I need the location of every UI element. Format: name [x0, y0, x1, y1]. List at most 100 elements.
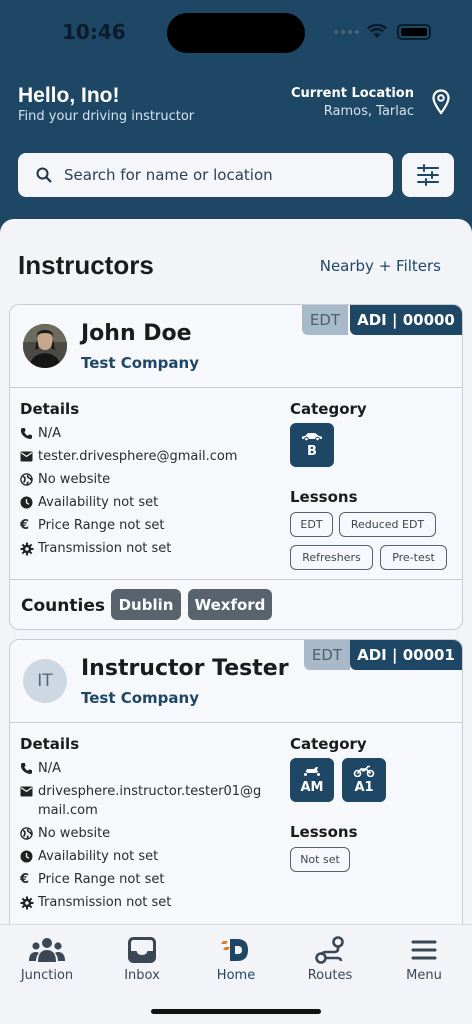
- page-title: Instructors: [18, 250, 154, 280]
- nav-label: Inbox: [124, 968, 160, 983]
- instructors-sheet: Instructors Nearby + Filters EDT ADI | 0…: [0, 219, 472, 931]
- category-tile-a1: A1: [342, 758, 386, 802]
- home-indicator: [151, 1009, 321, 1014]
- nav-item-routes[interactable]: Routes: [290, 935, 370, 983]
- edt-badge: EDT: [304, 640, 350, 670]
- availability-row: Availability not set: [20, 847, 270, 866]
- motorbike-icon: [353, 765, 375, 777]
- euro-icon: €: [20, 872, 30, 887]
- details-heading: Details: [20, 400, 80, 418]
- avatar: IT: [23, 659, 67, 703]
- location-pin-icon[interactable]: [432, 89, 450, 115]
- people-icon: [29, 938, 65, 962]
- email-row: drivesphere.instructor.tester01@gmail.co…: [20, 782, 270, 820]
- globe-icon: [20, 827, 33, 840]
- inbox-icon: [128, 937, 156, 963]
- nav-label: Home: [216, 968, 256, 983]
- globe-icon: [20, 473, 33, 486]
- county-chip: Wexford: [188, 589, 272, 620]
- dynamic-island: [167, 13, 305, 53]
- current-location[interactable]: Current Location Ramos, Tarlac: [291, 86, 414, 119]
- clock-icon: [20, 850, 33, 863]
- gear-icon: [20, 896, 34, 909]
- email-icon: [20, 451, 33, 462]
- transmission-row: Transmission not set: [20, 539, 270, 558]
- car-icon: [302, 433, 322, 441]
- lessons-heading: Lessons: [290, 488, 358, 506]
- status-time: 10:46: [62, 20, 126, 44]
- hamburger-menu-icon: [411, 940, 437, 960]
- signal-dots-icon: [334, 30, 359, 34]
- email-row: tester.drivesphere@gmail.com: [20, 447, 270, 466]
- category-heading: Category: [290, 400, 367, 418]
- availability-value: Availability not set: [38, 849, 159, 864]
- instructor-company: Test Company: [81, 689, 199, 707]
- route-icon: [315, 936, 344, 964]
- website-row: No website: [20, 470, 270, 489]
- location-value: Ramos, Tarlac: [323, 104, 414, 119]
- nav-item-home[interactable]: Home: [196, 935, 276, 983]
- price-value: Price Range not set: [38, 518, 165, 533]
- search-icon: [36, 167, 52, 183]
- lesson-chip: Pre-test: [380, 545, 447, 570]
- lesson-chip: EDT: [290, 512, 333, 537]
- divider: [10, 387, 462, 388]
- instructor-card[interactable]: EDT ADI | 00000 John Doe Test Company De…: [9, 304, 463, 630]
- category-heading: Category: [290, 735, 367, 753]
- price-row: € Price Range not set: [20, 516, 270, 535]
- search-placeholder: Search for name or location: [64, 166, 273, 184]
- availability-value: Availability not set: [38, 495, 159, 510]
- edt-badge: EDT: [302, 305, 348, 335]
- category-label: AM: [300, 780, 324, 795]
- price-value: Price Range not set: [38, 872, 165, 887]
- nav-item-inbox[interactable]: Inbox: [102, 935, 182, 983]
- website-value: No website: [38, 472, 111, 487]
- instructor-company: Test Company: [81, 354, 199, 372]
- phone-row: N/A: [20, 424, 270, 443]
- phone-value: N/A: [38, 426, 61, 441]
- instructor-name: John Doe: [81, 321, 192, 346]
- category-tile-b: B: [290, 423, 334, 467]
- lesson-chip: Not set: [290, 847, 350, 872]
- avatar: [23, 324, 67, 368]
- instructor-name: Instructor Tester: [81, 656, 289, 681]
- nearby-filters-link[interactable]: Nearby + Filters: [320, 257, 441, 275]
- euro-icon: €: [20, 518, 30, 533]
- website-value: No website: [38, 826, 111, 841]
- instructor-card[interactable]: EDT ADI | 00001 IT Instructor Tester Tes…: [9, 639, 463, 931]
- greeting-title: Hello, Ino!: [18, 84, 120, 107]
- adi-badge: ADI | 00000: [350, 305, 462, 335]
- phone-value: N/A: [38, 761, 61, 776]
- county-chip: Dublin: [111, 589, 181, 620]
- location-title: Current Location: [291, 86, 414, 101]
- greeting-block: Hello, Ino! Find your driving instructor: [18, 84, 194, 124]
- transmission-value: Transmission not set: [38, 541, 172, 556]
- email-value: drivesphere.instructor.tester01@gmail.co…: [38, 784, 262, 818]
- details-heading: Details: [20, 735, 80, 753]
- category-tile-am: AM: [290, 758, 334, 802]
- filter-button[interactable]: [402, 153, 454, 197]
- counties-heading: Counties: [21, 596, 105, 616]
- sliders-icon: [417, 164, 439, 186]
- lesson-chip: Reduced EDT: [339, 512, 436, 537]
- phone-icon: [20, 428, 32, 439]
- nav-item-menu[interactable]: Menu: [384, 935, 464, 983]
- status-bar: 10:46: [0, 0, 472, 64]
- nav-label: Junction: [20, 968, 74, 983]
- lesson-chip: Refreshers: [290, 545, 373, 570]
- phone-icon: [20, 763, 32, 774]
- category-label: B: [307, 444, 317, 459]
- home-logo-icon: [221, 939, 248, 961]
- phone-row: N/A: [20, 759, 270, 778]
- search-input[interactable]: Search for name or location: [18, 153, 393, 197]
- nav-item-junction[interactable]: Junction: [7, 935, 87, 983]
- availability-row: Availability not set: [20, 493, 270, 512]
- price-row: € Price Range not set: [20, 870, 270, 889]
- wifi-icon: [366, 23, 388, 38]
- email-icon: [20, 786, 33, 797]
- battery-icon: [397, 24, 431, 40]
- adi-badge: ADI | 00001: [350, 640, 462, 670]
- scooter-icon: [303, 767, 321, 777]
- transmission-value: Transmission not set: [38, 895, 172, 910]
- clock-icon: [20, 496, 33, 509]
